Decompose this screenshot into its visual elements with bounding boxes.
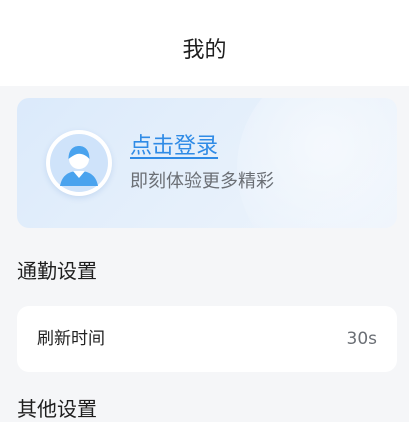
refresh-time-row[interactable]: 刷新时间 30s	[17, 306, 397, 372]
login-subtitle: 即刻体验更多精彩	[130, 171, 274, 192]
user-avatar-icon[interactable]	[46, 130, 112, 196]
commute-settings-title: 通勤设置	[17, 259, 97, 283]
refresh-time-label: 刷新时间	[37, 329, 105, 349]
refresh-time-value: 30s	[346, 329, 378, 349]
other-settings-title: 其他设置	[17, 397, 97, 421]
avatar-graphic	[50, 134, 108, 192]
login-link[interactable]: 点击登录	[130, 132, 218, 162]
page-title: 我的	[182, 38, 227, 63]
card-decoration	[237, 98, 397, 228]
top-bar: 我的	[0, 0, 409, 86]
login-card[interactable]: 点击登录 即刻体验更多精彩	[17, 98, 397, 228]
